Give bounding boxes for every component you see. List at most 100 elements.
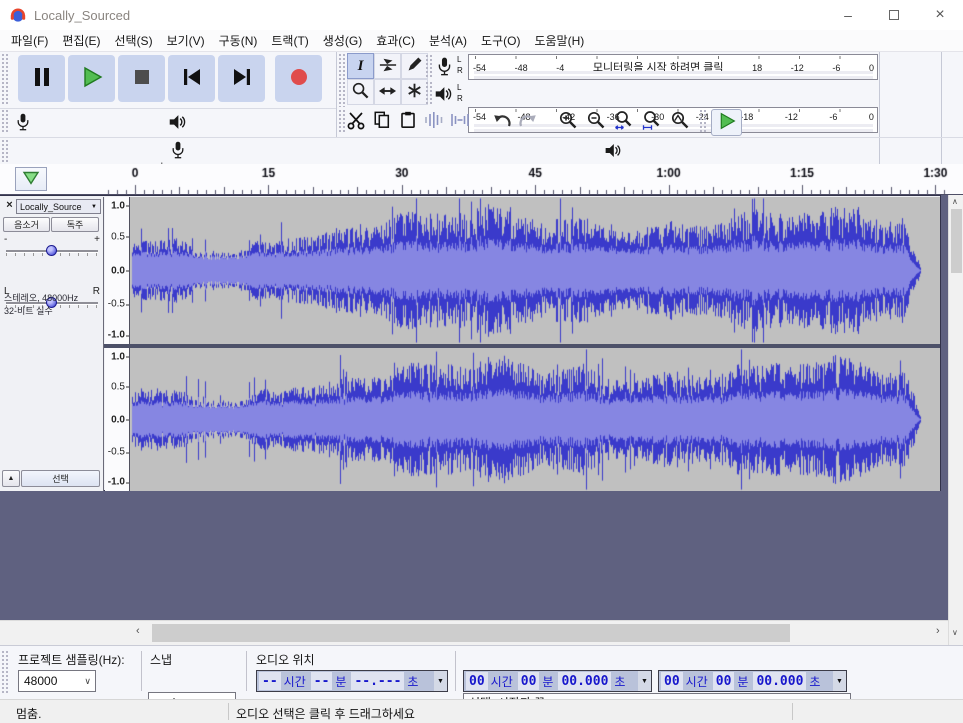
- title-bar: Locally_Sourced – ×: [0, 0, 963, 30]
- sel-start-seconds[interactable]: 00.000: [558, 672, 611, 690]
- trim-waveform-icon: [424, 111, 444, 132]
- paste-button[interactable]: [395, 108, 420, 135]
- menu-tools[interactable]: 도구(O): [474, 32, 527, 49]
- menu-select[interactable]: 선택(S): [107, 32, 159, 49]
- menu-edit[interactable]: 편집(E): [55, 32, 107, 49]
- waveform-channel-1[interactable]: [130, 197, 940, 344]
- zoom-toggle-button[interactable]: [667, 108, 693, 135]
- position-hours[interactable]: --: [259, 672, 281, 690]
- fit-selection-button[interactable]: [611, 108, 637, 135]
- mute-label: 음소거: [14, 218, 39, 231]
- position-seconds[interactable]: --.---: [351, 672, 404, 690]
- scroll-up-arrow[interactable]: ∧: [952, 197, 958, 206]
- skip-to-end-button[interactable]: [218, 55, 265, 102]
- timeline-ruler[interactable]: [104, 164, 948, 194]
- undo-button[interactable]: [489, 108, 514, 135]
- track-workspace[interactable]: 1.0 0.5 0.0 -0.5 -1.0 1.0 0.5 0.0 -0.5 -…: [0, 195, 948, 620]
- sel-end-minutes[interactable]: 00: [713, 672, 735, 690]
- trim-audio-button[interactable]: [421, 108, 446, 135]
- seconds-unit: 초: [806, 671, 823, 691]
- maximize-button[interactable]: [871, 1, 917, 30]
- scroll-right-arrow[interactable]: ›: [936, 625, 940, 637]
- gain-slider[interactable]: - +: [4, 235, 100, 261]
- channel-1: 1.0 0.5 0.0 -0.5 -1.0: [105, 197, 940, 344]
- copy-button[interactable]: [369, 108, 394, 135]
- scroll-left-arrow[interactable]: ‹: [136, 625, 140, 637]
- sel-end-seconds[interactable]: 00.000: [753, 672, 806, 690]
- sel-start-minutes[interactable]: 00: [518, 672, 540, 690]
- zoom-tool-button[interactable]: [347, 79, 374, 105]
- tools-toolbar-grip[interactable]: [339, 54, 345, 107]
- track-select-button[interactable]: 선택: [21, 470, 100, 487]
- close-button[interactable]: ×: [917, 1, 963, 30]
- stop-button[interactable]: [118, 55, 165, 102]
- horizontal-scrollbar[interactable]: ‹ ›: [0, 620, 948, 645]
- pause-button[interactable]: [18, 55, 65, 102]
- pinned-play-head-button[interactable]: [15, 167, 47, 191]
- waveform-channel-2[interactable]: [130, 348, 940, 491]
- play-at-speed-grip[interactable]: [700, 110, 706, 134]
- selection-tool-button[interactable]: I: [347, 53, 374, 79]
- scale--1.0: -1.0: [108, 330, 125, 341]
- vertical-scale-2[interactable]: 1.0 0.5 0.0 -0.5 -1.0: [105, 348, 130, 491]
- record-button[interactable]: [275, 55, 322, 102]
- menu-generate[interactable]: 생성(G): [316, 32, 369, 49]
- menu-effect[interactable]: 효과(C): [369, 32, 422, 49]
- multi-tool-button[interactable]: [401, 79, 428, 105]
- record-meter-mic-icon[interactable]: [436, 55, 453, 79]
- selection-end-field[interactable]: 00 시간 00 분 00.000 초 ▼: [658, 670, 847, 692]
- time-format-dropdown-arrow[interactable]: ▼: [434, 671, 447, 691]
- time-format-dropdown-arrow[interactable]: ▼: [833, 671, 846, 691]
- playback-meter-grip[interactable]: [426, 82, 432, 106]
- fit-project-button[interactable]: [639, 108, 665, 135]
- envelope-tool-button[interactable]: [374, 53, 401, 79]
- audio-position-field[interactable]: -- 시간 -- 분 --.--- 초 ▼: [256, 670, 448, 692]
- mixer-toolbar-grip[interactable]: [2, 110, 8, 134]
- vertical-scroll-thumb[interactable]: [951, 209, 962, 273]
- play-at-speed-button[interactable]: [711, 109, 742, 136]
- recording-meter[interactable]: -54 -48 -4 모니터링을 시작 하려면 클릭 18 -12 -6 0: [468, 54, 878, 80]
- zoom-out-button[interactable]: [583, 108, 609, 135]
- menu-tracks[interactable]: 트랙(T): [264, 32, 315, 49]
- scale-label: -54: [473, 112, 486, 122]
- record-meter-grip[interactable]: [426, 55, 432, 79]
- menu-help[interactable]: 도움말(H): [527, 32, 591, 49]
- gain-thumb[interactable]: [46, 245, 57, 256]
- solo-button[interactable]: 독주: [51, 217, 99, 232]
- vertical-scale-1[interactable]: 1.0 0.5 0.0 -0.5 -1.0: [105, 197, 130, 344]
- track-close-button[interactable]: ×: [3, 199, 16, 213]
- vertical-scrollbar[interactable]: ∧ ∨: [948, 195, 963, 645]
- sel-start-hours[interactable]: 00: [466, 672, 488, 690]
- selection-toolbar-grip[interactable]: [2, 651, 8, 693]
- position-minutes[interactable]: --: [311, 672, 333, 690]
- clipboard-icon: [400, 110, 416, 133]
- horizontal-scroll-thumb[interactable]: [152, 624, 790, 642]
- play-button[interactable]: [68, 55, 115, 102]
- zoom-in-button[interactable]: [555, 108, 581, 135]
- collapse-track-button[interactable]: ▲: [2, 470, 20, 487]
- menu-file[interactable]: 파일(F): [4, 32, 55, 49]
- scroll-down-arrow[interactable]: ∨: [952, 628, 958, 637]
- draw-tool-button[interactable]: [401, 53, 428, 79]
- mute-button[interactable]: 음소거: [3, 217, 50, 232]
- playback-meter-speaker-icon[interactable]: [434, 84, 453, 104]
- menu-transport[interactable]: 구동(N): [212, 32, 265, 49]
- timeshift-tool-button[interactable]: [374, 79, 401, 105]
- menu-view[interactable]: 보기(V): [160, 32, 212, 49]
- minimize-button[interactable]: –: [825, 1, 871, 30]
- cut-button[interactable]: [343, 108, 368, 135]
- scale-0.0: 0.0: [111, 265, 125, 276]
- skip-to-start-button[interactable]: [168, 55, 215, 102]
- device-toolbar-grip[interactable]: [2, 140, 8, 162]
- track-name-dropdown[interactable]: Locally_Source ▼: [16, 199, 101, 214]
- transport-toolbar-grip[interactable]: [2, 54, 8, 106]
- time-format-dropdown-arrow[interactable]: ▼: [638, 671, 651, 691]
- menu-analyze[interactable]: 분석(A): [422, 32, 474, 49]
- project-rate-dropdown[interactable]: 48000∨: [18, 670, 96, 692]
- sel-end-hours[interactable]: 00: [661, 672, 683, 690]
- playback-r-label: R: [457, 93, 463, 104]
- silence-audio-button[interactable]: [447, 108, 472, 135]
- envelope-icon: [379, 56, 397, 77]
- selection-start-field[interactable]: 00 시간 00 분 00.000 초 ▼: [463, 670, 652, 692]
- redo-button[interactable]: [515, 108, 540, 135]
